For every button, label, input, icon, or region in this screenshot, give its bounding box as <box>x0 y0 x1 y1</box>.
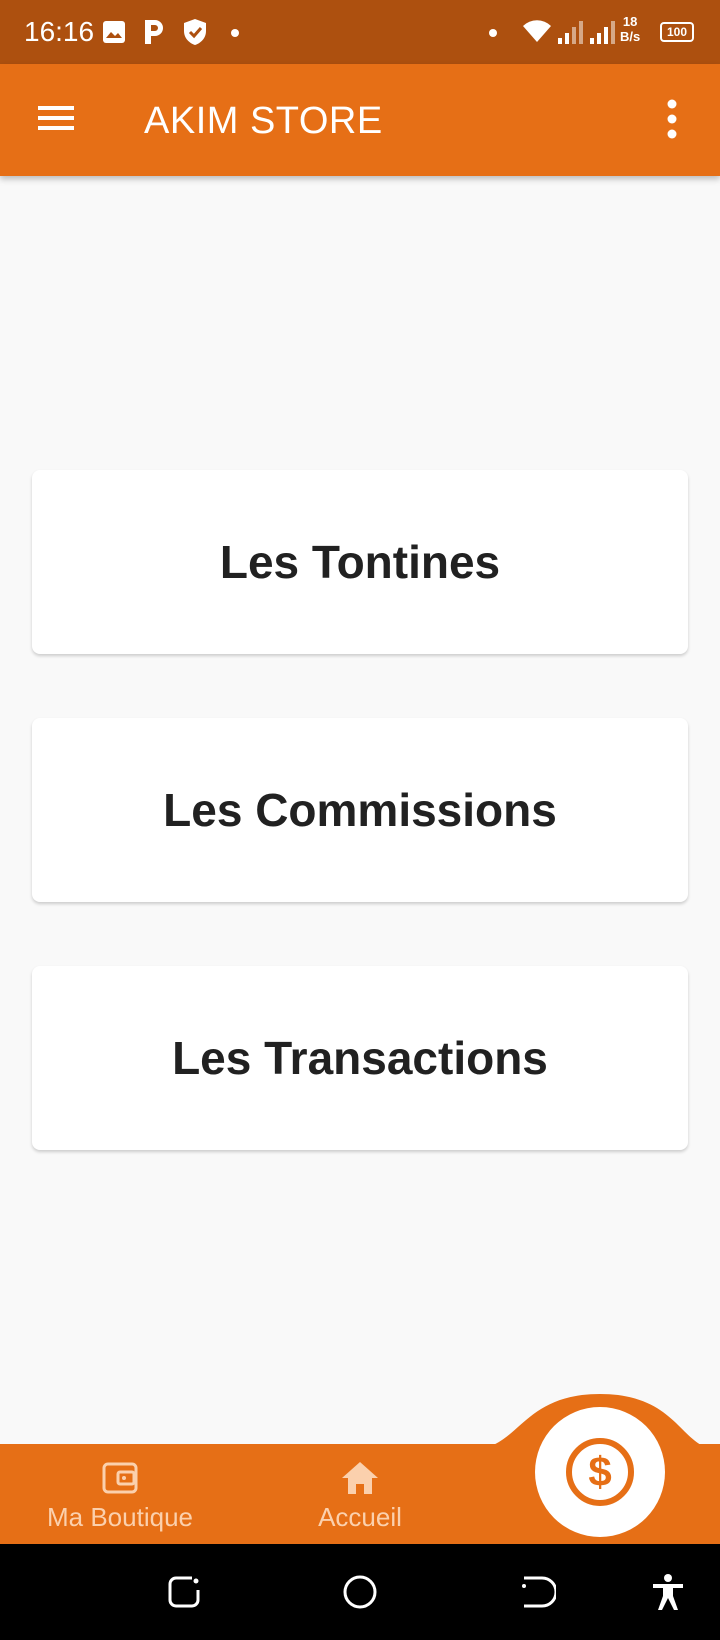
status-time: 16:16 <box>24 16 95 47</box>
recents-icon[interactable] <box>164 1572 204 1612</box>
svg-text:$: $ <box>588 1448 611 1495</box>
nav-item-accueil[interactable]: Accueil <box>300 1458 420 1533</box>
nav-label: Ma Boutique <box>47 1502 193 1532</box>
system-navigation-bar <box>0 1544 720 1640</box>
signal-icon <box>590 21 615 44</box>
home-icon <box>342 1462 378 1494</box>
nav-label: Accueil <box>318 1502 402 1532</box>
more-vert-icon[interactable] <box>650 94 694 144</box>
speed-unit: B/s <box>620 29 641 44</box>
card-label: Les Commissions <box>163 784 557 836</box>
home-circle-icon[interactable] <box>340 1572 380 1612</box>
back-icon[interactable] <box>516 1572 556 1612</box>
wifi-icon <box>523 20 551 42</box>
menu-icon[interactable] <box>30 92 82 144</box>
p-app-icon <box>145 20 163 44</box>
app-bar: AKIM STORE <box>0 64 720 176</box>
speed-value: 18 <box>622 14 638 29</box>
nav-item-ma-boutique[interactable]: Ma Boutique <box>40 1458 200 1533</box>
fab-dollar-button[interactable]: $ <box>535 1407 665 1537</box>
battery-indicator: 100 <box>660 22 694 42</box>
card-label: Les Transactions <box>172 1032 548 1084</box>
wallet-icon <box>102 1462 138 1494</box>
network-speed: 18 B/s <box>620 14 640 44</box>
status-bar: 16:16 18 B/s 100 <box>0 0 720 64</box>
card-commissions[interactable]: Les Commissions <box>32 718 688 902</box>
app-title: AKIM STORE <box>144 100 383 142</box>
card-transactions[interactable]: Les Transactions <box>32 966 688 1150</box>
shield-icon <box>184 19 206 45</box>
dot-icon <box>489 29 497 37</box>
signal-icon <box>558 21 583 44</box>
dot-icon <box>231 29 239 37</box>
accessibility-icon[interactable] <box>648 1572 688 1612</box>
dollar-icon: $ <box>566 1438 634 1506</box>
card-tontines[interactable]: Les Tontines <box>32 470 688 654</box>
card-label: Les Tontines <box>219 536 501 588</box>
image-icon <box>103 21 125 43</box>
